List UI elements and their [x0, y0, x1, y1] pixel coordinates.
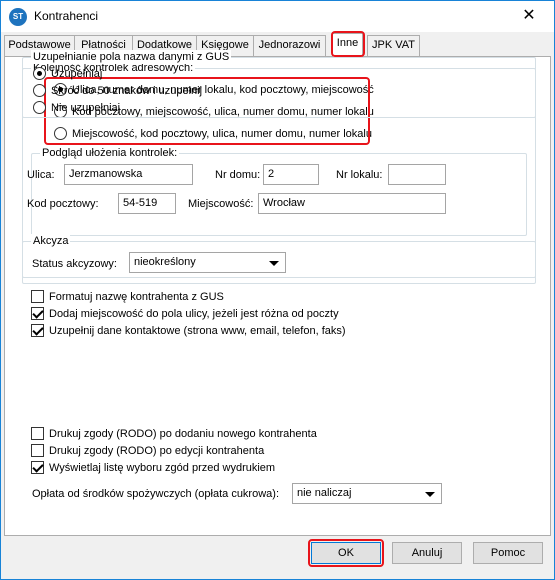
radio-button[interactable] — [33, 101, 46, 114]
checkbox[interactable] — [31, 444, 44, 457]
checkbox[interactable] — [31, 324, 44, 337]
flat-number-label: Nr lokalu: — [336, 169, 383, 181]
flat-number-field[interactable] — [388, 164, 446, 185]
chevron-down-icon — [269, 261, 279, 266]
tab-jpk-vat[interactable]: JPK VAT — [367, 35, 420, 56]
sugar-fee-value: nie naliczaj — [297, 487, 352, 499]
title-bar: ST Kontrahenci ✕ — [1, 1, 554, 32]
cancel-button[interactable]: Anuluj — [392, 542, 462, 564]
city-field[interactable]: Wrocław — [258, 193, 446, 214]
street-field[interactable]: Jerzmanowska — [64, 164, 193, 185]
chevron-down-icon — [425, 492, 435, 497]
checkbox[interactable] — [31, 461, 44, 474]
excise-group: Akcyza Status akcyzowy: nieokreślony — [22, 234, 536, 284]
postal-code-field[interactable]: 54-519 — [118, 193, 176, 214]
checkbox[interactable] — [31, 427, 44, 440]
sugar-fee-select[interactable]: nie naliczaj — [292, 483, 442, 504]
close-icon[interactable]: ✕ — [518, 6, 540, 26]
app-icon: ST — [9, 8, 27, 26]
tab-inne[interactable]: Inne — [332, 33, 363, 57]
tab-jednorazowi[interactable]: Jednorazowi — [253, 35, 326, 56]
excise-legend: Akcyza — [31, 234, 71, 248]
gus-legend: Uzupełnianie pola nazwa danymi z GUS — [31, 50, 232, 64]
checkbox[interactable] — [31, 290, 44, 303]
city-label: Miejscowość: — [188, 198, 254, 210]
sugar-fee-label: Opłata od środków spożywczych (opłata cu… — [32, 488, 279, 500]
window-title: Kontrahenci — [34, 9, 99, 23]
postal-code-label: Kod pocztowy: — [27, 198, 99, 210]
radio-button[interactable] — [33, 67, 46, 80]
gus-group: Uzupełnianie pola nazwa danymi z GUS Uzu… — [22, 50, 536, 118]
street-label: Ulica: — [27, 169, 55, 181]
house-number-field[interactable]: 2 — [263, 164, 319, 185]
radio-button[interactable] — [33, 84, 46, 97]
house-number-label: Nr domu: — [215, 169, 261, 181]
tab-page-inne: Kolejność kontrolek adresowych: Ulica, n… — [4, 50, 551, 536]
checkbox[interactable] — [31, 307, 44, 320]
preview-legend: Podgląd ułożenia kontrolek: — [40, 146, 180, 160]
excise-status-value: nieokreślony — [134, 256, 196, 268]
radio-button[interactable] — [54, 127, 67, 140]
dialog-window: ST Kontrahenci ✕ Podstawowe Płatności Do… — [0, 0, 555, 580]
help-button[interactable]: Pomoc — [473, 542, 543, 564]
excise-status-label: Status akcyzowy: — [32, 258, 117, 270]
excise-status-select[interactable]: nieokreślony — [129, 252, 286, 273]
ok-button[interactable]: OK — [311, 542, 381, 564]
preview-group: Podgląd ułożenia kontrolek: Ulica: Jerzm… — [27, 146, 527, 236]
